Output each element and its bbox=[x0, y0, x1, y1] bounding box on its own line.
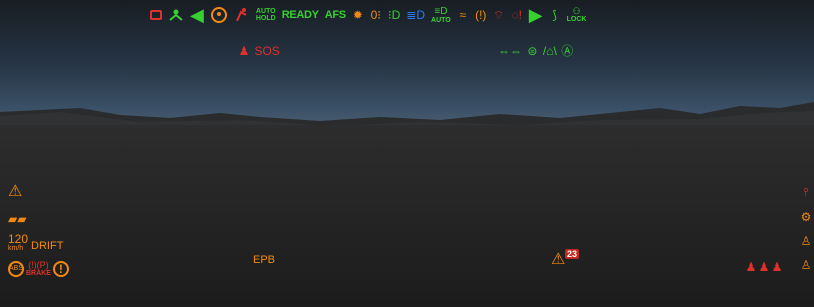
warning-light-strip: ◀ AUTO HOLD READY AFS ✹ 0⁝ ⁝D ≣D ≡D AUTO… bbox=[150, 5, 586, 25]
battery-icon bbox=[150, 6, 162, 24]
warning-triangle-icon: ⚠ bbox=[551, 251, 566, 268]
oil-pressure-icon: ⌔ bbox=[493, 8, 505, 22]
person-icon: ♟ bbox=[238, 44, 250, 58]
speed-value: 120 bbox=[8, 232, 29, 246]
auto-stop-icon: Ⓐ bbox=[561, 44, 574, 58]
passenger-seatbelt-group: ♟ ♟ ♟ bbox=[745, 258, 783, 276]
seat-off-icon: ♙ bbox=[800, 258, 812, 272]
passenger-left-icon: ♟ bbox=[745, 260, 757, 274]
turn-left-arrow-icon: ◀ bbox=[190, 5, 204, 25]
brake-indicators: ABS (!)(P) BRAKE ! bbox=[8, 260, 69, 278]
sos-indicator: ♟ SOS bbox=[238, 44, 280, 58]
abs-icon: ABS bbox=[8, 261, 24, 277]
high-beam-icon: ≣D bbox=[406, 8, 426, 22]
seatbelt-icon bbox=[168, 6, 184, 24]
hazard-warning-icon: ⚠ bbox=[8, 183, 23, 200]
engine-check-icon: ⚙ bbox=[800, 210, 812, 224]
ready-indicator: READY bbox=[281, 9, 319, 21]
brake-fault-icon: ◌! bbox=[511, 8, 522, 22]
steering-wheel-icon: ⊜ bbox=[527, 44, 538, 58]
afs-indicator: AFS bbox=[324, 9, 346, 21]
rear-fog-icon: 0⁝ bbox=[370, 8, 382, 22]
passenger-middle-icon: ♟ bbox=[758, 260, 770, 274]
seat-warning-icon bbox=[234, 6, 250, 24]
speed-readout: 120 km/h DRIFT bbox=[8, 233, 63, 252]
auto-hold-icon: AUTO HOLD bbox=[255, 8, 276, 22]
epb-indicator: EPB bbox=[253, 254, 276, 266]
turn-right-arrow-icon: ▶ bbox=[528, 5, 543, 25]
warning-counter: ⚠ 23 bbox=[551, 249, 580, 269]
auto-headlight-icon: ≡D AUTO bbox=[431, 5, 451, 24]
tire-pressure-icon: (!) bbox=[475, 8, 487, 22]
airbag-icon bbox=[210, 6, 228, 24]
sun-icon: ✹ bbox=[352, 8, 363, 22]
seat-status-icon: ♙ bbox=[800, 234, 812, 248]
lane-assist-icon: /⌂\ bbox=[542, 44, 557, 58]
warning-count-badge: 23 bbox=[565, 249, 580, 259]
fuel-cap-icon: ⟆ bbox=[552, 8, 557, 22]
car-status-icon: ▰▰ bbox=[8, 212, 27, 226]
lane-keep-icon: ⇔⇔ bbox=[498, 44, 522, 58]
drift-label: DRIFT bbox=[31, 240, 64, 252]
ground-plane bbox=[0, 125, 814, 307]
dashboard-scene bbox=[0, 0, 814, 307]
child-lock-icon: ⚇ LOCK bbox=[566, 6, 587, 24]
passenger-right-icon: ♟ bbox=[771, 260, 783, 274]
coolant-temp-icon: ⫯ bbox=[803, 185, 809, 199]
driver-assist-group: ⇔⇔ ⊜ /⌂\ Ⓐ bbox=[498, 42, 573, 60]
general-warning-icon: ! bbox=[52, 261, 69, 277]
speed-unit: km/h bbox=[8, 245, 24, 252]
front-fog-icon: ⁝D bbox=[387, 8, 401, 22]
brake-warning-icon: (!)(P) BRAKE bbox=[26, 260, 51, 278]
slip-control-icon: ≈ bbox=[459, 8, 467, 22]
